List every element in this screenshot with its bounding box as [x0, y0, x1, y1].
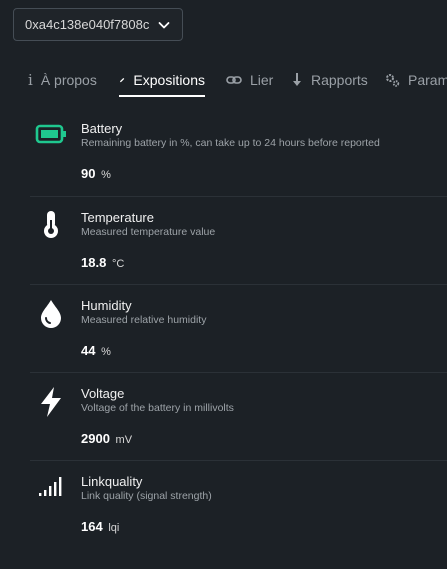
info-icon: i [28, 71, 33, 89]
signal-bars-icon [39, 477, 62, 496]
divider [30, 196, 447, 197]
lightning-bolt-icon [41, 387, 61, 417]
device-page: 0xa4c138e040f7808c i À propos Exposition… [0, 0, 447, 569]
device-select-value: 0xa4c138e040f7808c [25, 17, 150, 32]
tab-expositions[interactable]: Expositions [119, 62, 205, 98]
download-arrow-icon [293, 73, 301, 86]
pencil-icon [119, 77, 125, 83]
divider [30, 372, 447, 373]
exposition-value: 44 % [81, 343, 111, 358]
thermometer-icon [44, 211, 58, 238]
battery-full-icon [35, 124, 66, 144]
tab-settings[interactable]: Paramè [384, 62, 447, 98]
tab-bind-label: Lier [250, 72, 274, 88]
exposition-description: Measured relative humidity [81, 314, 207, 326]
exposition-value: 164 lqi [81, 519, 120, 534]
exposition-name: Humidity [81, 298, 132, 313]
water-drop-icon [41, 300, 61, 328]
tab-about-label: À propos [40, 72, 97, 88]
exposition-name: Voltage [81, 386, 125, 401]
exposition-name: Linkquality [81, 474, 143, 489]
exposition-name: Temperature [81, 210, 154, 225]
exposition-value: 18.8 °C [81, 255, 125, 270]
exposition-name: Battery [81, 121, 123, 136]
tab-reports[interactable]: Rapports [291, 62, 368, 98]
tab-bind[interactable]: Lier [226, 62, 273, 98]
tab-settings-label: Paramè [408, 72, 447, 88]
tab-about[interactable]: i À propos [28, 62, 97, 98]
tab-reports-label: Rapports [311, 72, 368, 88]
exposition-description: Remaining battery in %, can take up to 2… [81, 137, 380, 149]
exposition-value: 2900 mV [81, 431, 133, 446]
device-select[interactable]: 0xa4c138e040f7808c [13, 8, 183, 41]
exposition-description: Link quality (signal strength) [81, 490, 212, 502]
chevron-down-icon [158, 22, 170, 29]
exposition-linkquality: Linkquality Link quality (signal strengt… [30, 474, 447, 562]
divider [30, 284, 447, 285]
exposition-description: Measured temperature value [81, 226, 216, 238]
gears-icon [386, 74, 400, 87]
link-icon [226, 76, 242, 84]
tab-expositions-label: Expositions [133, 72, 205, 88]
divider [30, 460, 447, 461]
exposition-description: Voltage of the battery in millivolts [81, 402, 234, 414]
exposition-value: 90 % [81, 166, 111, 181]
tab-bar: i À propos Expositions Lier Rapports Par… [0, 62, 447, 98]
